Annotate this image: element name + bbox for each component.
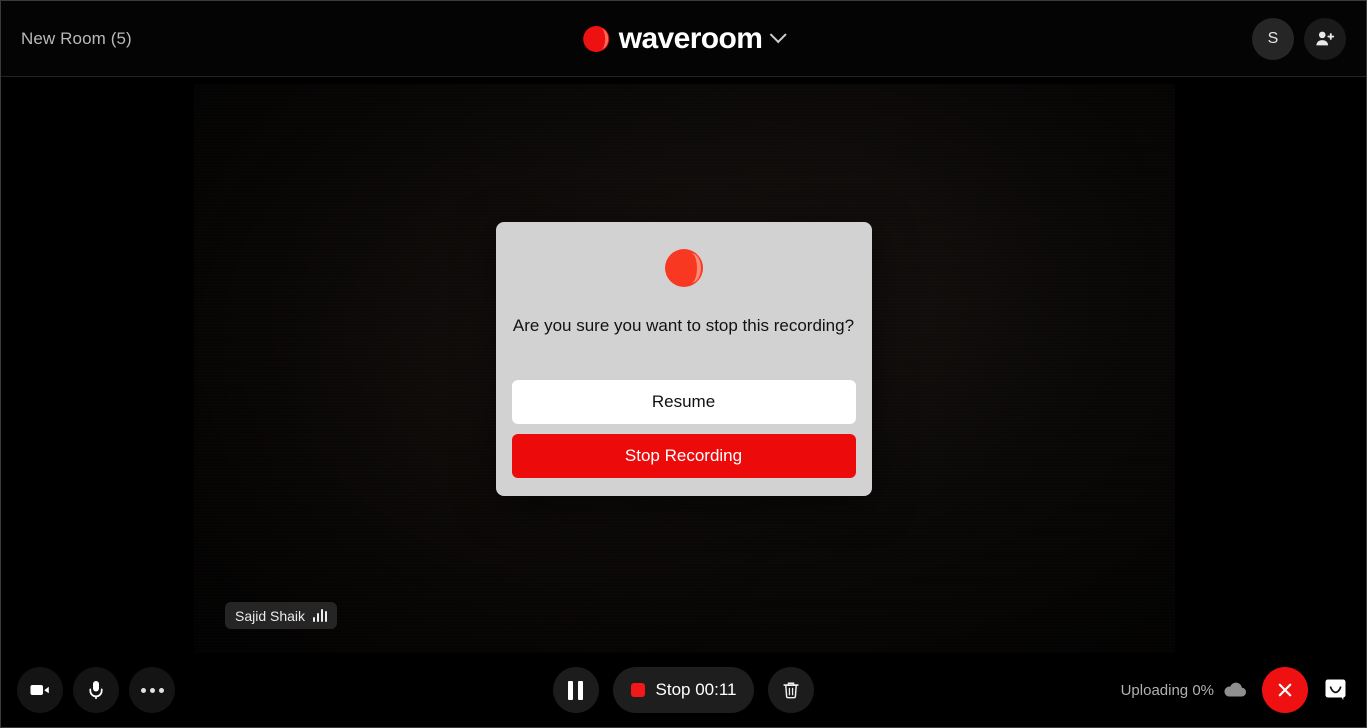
upload-status-label: Uploading 0% xyxy=(1120,681,1214,699)
stop-recording-button[interactable]: Stop Recording xyxy=(511,433,856,478)
pause-recording-button[interactable] xyxy=(552,667,599,713)
resume-button[interactable]: Resume xyxy=(511,379,856,424)
header-actions: S xyxy=(1252,17,1346,60)
control-bar: Stop 00:11 Uploading 0% xyxy=(1,653,1366,727)
reactions-button[interactable] xyxy=(1322,676,1350,704)
avatar[interactable]: S xyxy=(1252,17,1294,60)
avatar-initial: S xyxy=(1267,29,1279,47)
close-x-icon xyxy=(1278,683,1292,697)
brand-menu[interactable]: waveroom xyxy=(582,21,787,56)
chevron-down-icon[interactable] xyxy=(769,25,787,43)
video-stage: Sajid Shaik Are you sure you want to sto… xyxy=(1,77,1366,653)
reactions-icon xyxy=(1325,679,1346,700)
pause-icon xyxy=(568,680,584,700)
recording-controls: Stop 00:11 xyxy=(552,667,815,713)
camera-toggle-button[interactable] xyxy=(17,667,63,713)
microphone-icon xyxy=(89,681,103,699)
waveroom-logo-icon xyxy=(582,25,609,52)
brand-name: waveroom xyxy=(618,21,763,55)
trash-icon xyxy=(783,682,800,699)
control-bar-right: Uploading 0% xyxy=(1121,667,1350,713)
add-person-icon xyxy=(1316,31,1335,45)
more-options-icon xyxy=(140,687,164,693)
cloud-upload-icon xyxy=(1224,682,1247,697)
add-person-button[interactable] xyxy=(1304,17,1346,60)
dialog-message: Are you sure you want to stop this recor… xyxy=(512,316,855,336)
stop-recording-timer-button[interactable]: Stop 00:11 xyxy=(612,667,755,713)
video-camera-icon xyxy=(30,685,49,695)
more-options-button[interactable] xyxy=(129,667,175,713)
recording-timer-label: Stop 00:11 xyxy=(655,680,737,699)
waveroom-record-icon xyxy=(664,249,703,288)
room-title: New Room (5) xyxy=(21,28,132,48)
upload-status: Uploading 0% xyxy=(1121,680,1248,700)
waveroom-app: New Room (5) waveroom S Sajid Shaik Are … xyxy=(0,0,1367,728)
control-bar-left xyxy=(17,667,175,713)
delete-recording-button[interactable] xyxy=(768,667,815,713)
stop-recording-dialog-overlay: Are you sure you want to stop this recor… xyxy=(1,77,1366,653)
end-call-button[interactable] xyxy=(1262,667,1308,713)
record-stop-square-icon xyxy=(630,683,645,697)
microphone-toggle-button[interactable] xyxy=(73,667,119,713)
stop-recording-dialog: Are you sure you want to stop this recor… xyxy=(495,222,872,496)
app-header: New Room (5) waveroom S xyxy=(1,1,1366,77)
